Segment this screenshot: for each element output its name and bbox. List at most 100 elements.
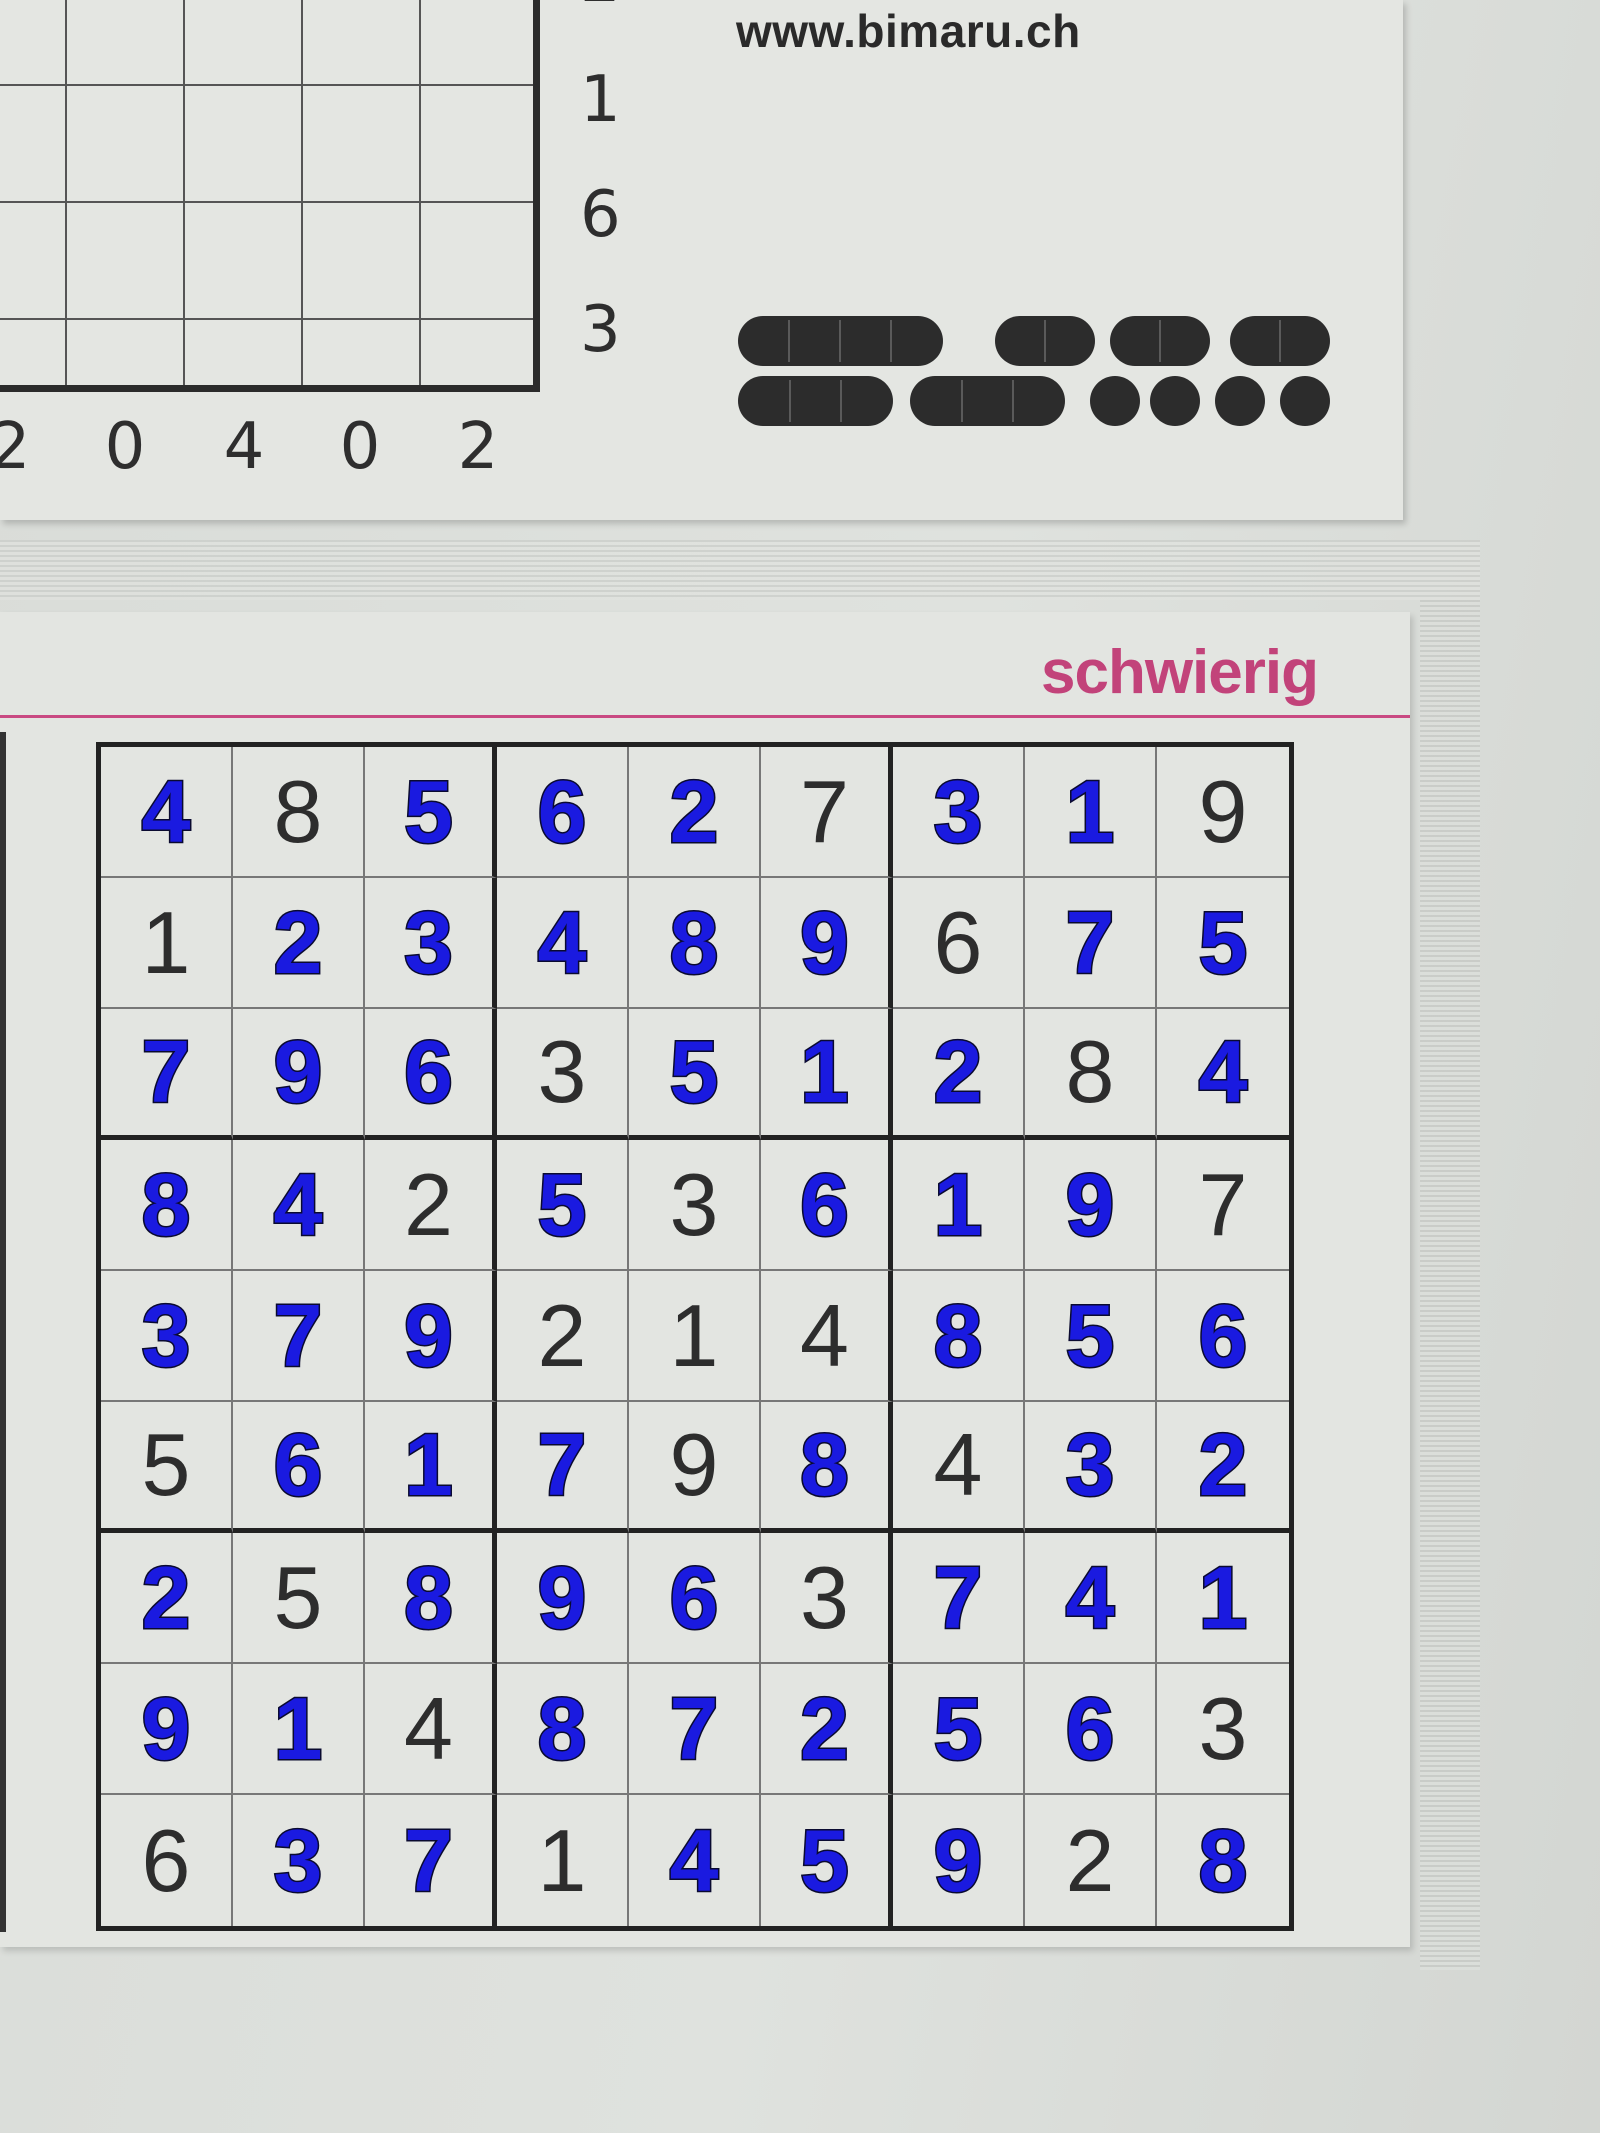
filled-digit-cell[interactable]: 1 — [893, 1140, 1025, 1271]
filled-digit-cell[interactable]: 4 — [1157, 1009, 1289, 1140]
filled-digit-cell[interactable]: 1 — [1157, 1533, 1289, 1664]
filled-digit-cell[interactable]: 8 — [893, 1271, 1025, 1402]
given-digit-cell: 9 — [629, 1402, 761, 1533]
filled-digit-cell[interactable]: 3 — [893, 747, 1025, 878]
bimaru-row-clue: 1 — [580, 63, 621, 137]
ship-1-icon — [1215, 376, 1265, 426]
filled-digit-cell[interactable]: 2 — [893, 1009, 1025, 1140]
filled-digit-cell[interactable]: 7 — [497, 1402, 629, 1533]
filled-digit-cell[interactable]: 6 — [1025, 1664, 1157, 1795]
given-digit-cell: 4 — [365, 1664, 497, 1795]
filled-digit-cell[interactable]: 5 — [497, 1140, 629, 1271]
filled-digit-cell[interactable]: 9 — [497, 1533, 629, 1664]
ship-2-icon — [1230, 316, 1330, 366]
given-digit-cell: 9 — [1157, 747, 1289, 878]
filled-digit-cell[interactable]: 9 — [761, 878, 893, 1009]
filled-digit-cell[interactable]: 8 — [629, 878, 761, 1009]
filled-digit-cell[interactable]: 4 — [497, 878, 629, 1009]
difficulty-label: schwierig — [1041, 638, 1319, 707]
filled-digit-cell[interactable]: 5 — [1157, 878, 1289, 1009]
bimaru-panel: 2 1 6 3 2 0 4 0 2 www.bimaru.ch — [0, 0, 1403, 520]
given-digit-cell: 4 — [893, 1402, 1025, 1533]
given-digit-cell: 2 — [1025, 1795, 1157, 1926]
sudoku-panel: schwierig 485627319123489675796351284842… — [0, 612, 1410, 1947]
ship-1-icon — [1280, 376, 1330, 426]
filled-digit-cell[interactable]: 9 — [893, 1795, 1025, 1926]
neighbor-grid-edge — [0, 732, 6, 1932]
filled-digit-cell[interactable]: 5 — [629, 1009, 761, 1140]
filled-digit-cell[interactable]: 1 — [365, 1402, 497, 1533]
filled-digit-cell[interactable]: 8 — [1157, 1795, 1289, 1926]
given-digit-cell: 2 — [497, 1271, 629, 1402]
filled-digit-cell[interactable]: 4 — [1025, 1533, 1157, 1664]
given-digit-cell: 3 — [761, 1533, 893, 1664]
filled-digit-cell[interactable]: 9 — [101, 1664, 233, 1795]
given-digit-cell: 1 — [497, 1795, 629, 1926]
filled-digit-cell[interactable]: 6 — [761, 1140, 893, 1271]
bimaru-row-clue: 6 — [580, 178, 621, 252]
filled-digit-cell[interactable]: 6 — [233, 1402, 365, 1533]
filled-digit-cell[interactable]: 6 — [1157, 1271, 1289, 1402]
given-digit-cell: 8 — [233, 747, 365, 878]
filled-digit-cell[interactable]: 5 — [365, 747, 497, 878]
filled-digit-cell[interactable]: 7 — [101, 1009, 233, 1140]
filled-digit-cell[interactable]: 4 — [233, 1140, 365, 1271]
bimaru-col-clue: 0 — [104, 410, 146, 484]
separator-band — [0, 540, 1480, 600]
given-digit-cell: 1 — [101, 878, 233, 1009]
filled-digit-cell[interactable]: 9 — [233, 1009, 365, 1140]
bimaru-row-clue: 3 — [580, 293, 621, 367]
filled-digit-cell[interactable]: 3 — [365, 878, 497, 1009]
bimaru-col-clue: 4 — [223, 410, 265, 484]
filled-digit-cell[interactable]: 5 — [1025, 1271, 1157, 1402]
given-digit-cell: 6 — [893, 878, 1025, 1009]
given-digit-cell: 1 — [629, 1271, 761, 1402]
filled-digit-cell[interactable]: 2 — [233, 878, 365, 1009]
ship-1-icon — [1150, 376, 1200, 426]
bimaru-row-clue: 2 — [580, 0, 621, 12]
given-digit-cell: 5 — [101, 1402, 233, 1533]
filled-digit-cell[interactable]: 7 — [629, 1664, 761, 1795]
filled-digit-cell[interactable]: 8 — [497, 1664, 629, 1795]
filled-digit-cell[interactable]: 7 — [1025, 878, 1157, 1009]
filled-digit-cell[interactable]: 7 — [365, 1795, 497, 1926]
filled-digit-cell[interactable]: 8 — [365, 1533, 497, 1664]
filled-digit-cell[interactable]: 3 — [1025, 1402, 1157, 1533]
website-url: www.bimaru.ch — [736, 5, 1081, 57]
filled-digit-cell[interactable]: 4 — [629, 1795, 761, 1926]
given-digit-cell: 6 — [101, 1795, 233, 1926]
filled-digit-cell[interactable]: 5 — [761, 1795, 893, 1926]
given-digit-cell: 2 — [365, 1140, 497, 1271]
filled-digit-cell[interactable]: 2 — [629, 747, 761, 878]
filled-digit-cell[interactable]: 6 — [497, 747, 629, 878]
ship-1-icon — [1090, 376, 1140, 426]
filled-digit-cell[interactable]: 7 — [893, 1533, 1025, 1664]
filled-digit-cell[interactable]: 4 — [101, 747, 233, 878]
ship-3-icon — [738, 376, 893, 426]
page-edge-hatching — [1420, 600, 1480, 1970]
filled-digit-cell[interactable]: 2 — [101, 1533, 233, 1664]
filled-digit-cell[interactable]: 1 — [1025, 747, 1157, 878]
given-digit-cell: 3 — [1157, 1664, 1289, 1795]
given-digit-cell: 5 — [233, 1533, 365, 1664]
filled-digit-cell[interactable]: 9 — [1025, 1140, 1157, 1271]
bimaru-col-clue: 2 — [457, 410, 499, 484]
given-digit-cell: 7 — [1157, 1140, 1289, 1271]
filled-digit-cell[interactable]: 8 — [101, 1140, 233, 1271]
filled-digit-cell[interactable]: 9 — [365, 1271, 497, 1402]
filled-digit-cell[interactable]: 2 — [761, 1664, 893, 1795]
filled-digit-cell[interactable]: 3 — [101, 1271, 233, 1402]
filled-digit-cell[interactable]: 1 — [233, 1664, 365, 1795]
filled-digit-cell[interactable]: 1 — [761, 1009, 893, 1140]
ship-2-icon — [1110, 316, 1210, 366]
filled-digit-cell[interactable]: 2 — [1157, 1402, 1289, 1533]
filled-digit-cell[interactable]: 7 — [233, 1271, 365, 1402]
given-digit-cell: 7 — [761, 747, 893, 878]
given-digit-cell: 4 — [761, 1271, 893, 1402]
filled-digit-cell[interactable]: 6 — [629, 1533, 761, 1664]
filled-digit-cell[interactable]: 5 — [893, 1664, 1025, 1795]
filled-digit-cell[interactable]: 8 — [761, 1402, 893, 1533]
filled-digit-cell[interactable]: 6 — [365, 1009, 497, 1140]
filled-digit-cell[interactable]: 3 — [233, 1795, 365, 1926]
ship-3-icon — [910, 376, 1065, 426]
